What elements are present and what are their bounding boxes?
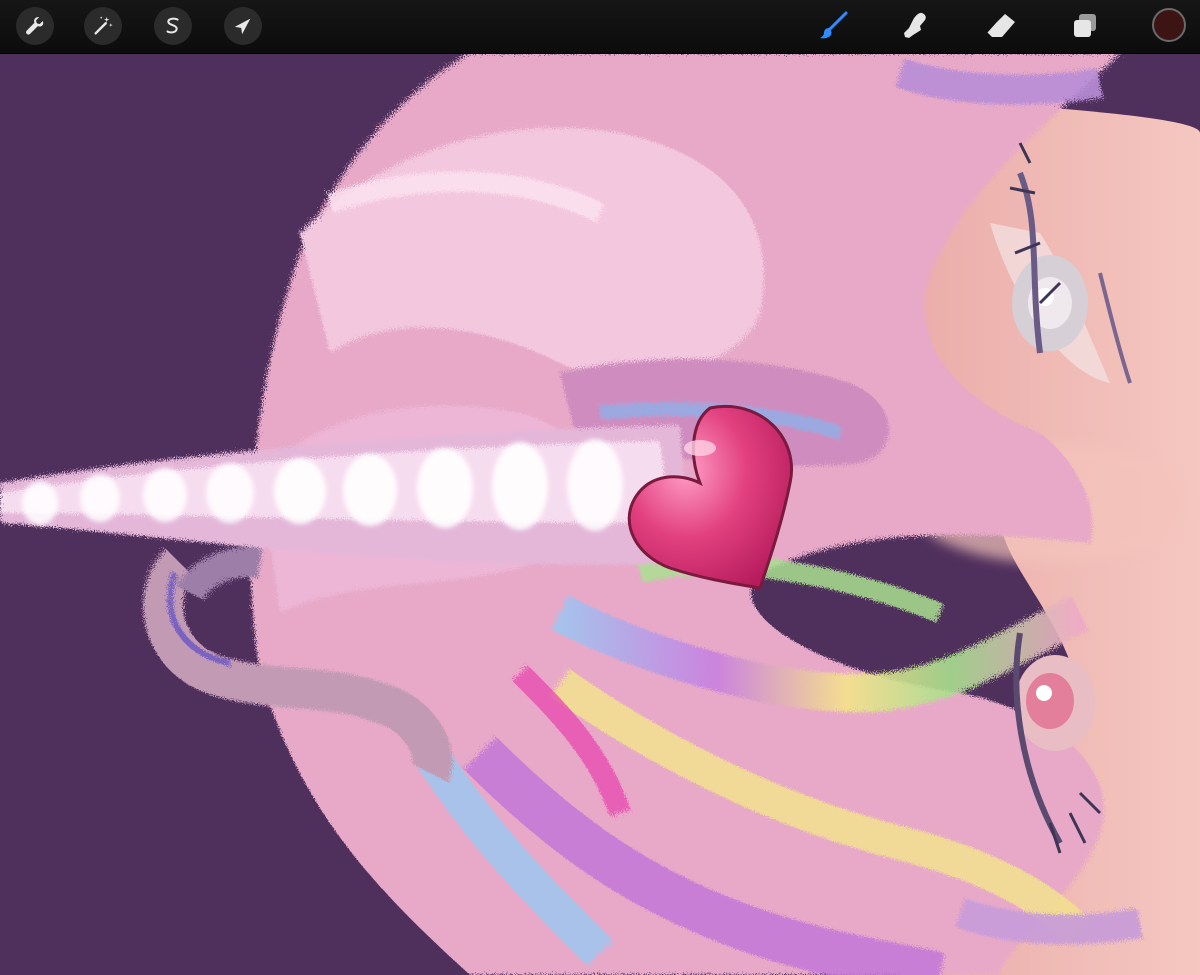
magic-wand-icon: [94, 16, 113, 35]
top-toolbar: [0, 0, 1200, 54]
smudge-finger-icon: [904, 12, 926, 39]
actions-button[interactable]: [16, 7, 54, 45]
selection-button[interactable]: [154, 7, 192, 45]
artwork: [0, 53, 1200, 975]
smudge-button[interactable]: [896, 7, 934, 45]
layers-button[interactable]: [1066, 7, 1104, 45]
selection-s-icon: [166, 17, 179, 34]
transform-button[interactable]: [224, 7, 262, 45]
wrench-icon: [26, 17, 44, 35]
brush-button[interactable]: [814, 7, 852, 45]
procreate-app: [0, 0, 1200, 975]
layers-icon: [1074, 14, 1096, 37]
adjustments-button[interactable]: [84, 7, 122, 45]
color-picker-button[interactable]: [1152, 8, 1186, 42]
eraser-icon: [986, 14, 1015, 37]
paintbrush-icon: [820, 11, 848, 39]
drawing-canvas[interactable]: [0, 53, 1200, 975]
arrow-cursor-icon: [234, 18, 251, 35]
eraser-button[interactable]: [982, 7, 1020, 45]
